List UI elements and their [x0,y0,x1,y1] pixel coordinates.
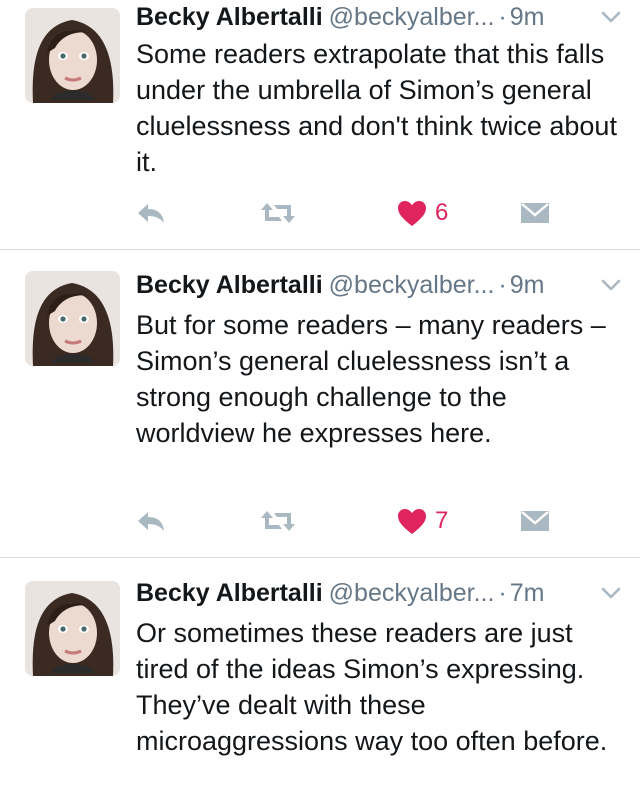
tweet-feed: Becky Albertalli @beckyalber... · 9m Some r… [0,0,640,791]
separator-dot: · [498,579,507,607]
envelope-icon [521,203,549,223]
timestamp[interactable]: 7m [510,579,545,607]
reply-button[interactable] [136,501,166,541]
envelope-icon [521,511,549,531]
reply-button[interactable] [136,193,166,233]
tweet-text: Some readers extrapolate that this falls… [136,39,617,177]
author-handle[interactable]: @beckyalber... [329,579,495,607]
retweet-button[interactable] [260,193,296,233]
tweet[interactable]: Becky Albertalli @beckyalber... · 9m But fo… [0,250,640,558]
tweet-header: Becky Albertalli @beckyalber... · 7m [136,576,626,610]
tweet[interactable]: Becky Albertalli @beckyalber... · 7m Or som… [0,558,640,791]
tweet-header: Becky Albertalli @beckyalber... · 9m [136,268,626,302]
tweet-text: But for some readers – many readers – Si… [136,310,606,448]
like-button[interactable]: 7 [397,501,448,541]
retweet-icon [261,511,295,531]
timestamp[interactable]: 9m [510,3,545,31]
author-name[interactable]: Becky Albertalli [136,271,323,299]
avatar[interactable] [25,581,120,676]
like-count: 7 [435,507,449,534]
retweet-button[interactable] [260,501,296,541]
direct-message-button[interactable] [520,501,550,541]
like-button[interactable]: 6 [397,193,448,233]
tweet[interactable]: Becky Albertalli @beckyalber... · 9m Some r… [0,0,640,250]
avatar-image [25,271,120,366]
reply-icon [138,512,164,531]
author-name[interactable]: Becky Albertalli [136,579,323,607]
direct-message-button[interactable] [520,193,550,233]
chevron-down-icon[interactable] [600,582,622,604]
avatar[interactable] [25,8,120,103]
tweet-header: Becky Albertalli @beckyalber... · 9m [136,0,626,34]
heart-icon [398,200,426,226]
avatar-image [25,8,120,103]
heart-icon [398,508,426,534]
chevron-down-icon[interactable] [600,6,622,28]
avatar[interactable] [25,271,120,366]
reply-icon [138,204,164,223]
avatar-image [25,581,120,676]
like-count: 6 [435,199,449,226]
author-name[interactable]: Becky Albertalli [136,3,323,31]
tweet-actions: 6 [0,193,640,233]
separator-dot: · [498,3,507,31]
chevron-down-icon[interactable] [600,274,622,296]
retweet-icon [261,203,295,223]
tweet-actions: 7 [0,501,640,541]
author-handle[interactable]: @beckyalber... [329,3,495,31]
separator-dot: · [498,271,507,299]
tweet-text: Or sometimes these readers are just tire… [136,618,608,756]
author-handle[interactable]: @beckyalber... [329,271,495,299]
timestamp[interactable]: 9m [510,271,545,299]
